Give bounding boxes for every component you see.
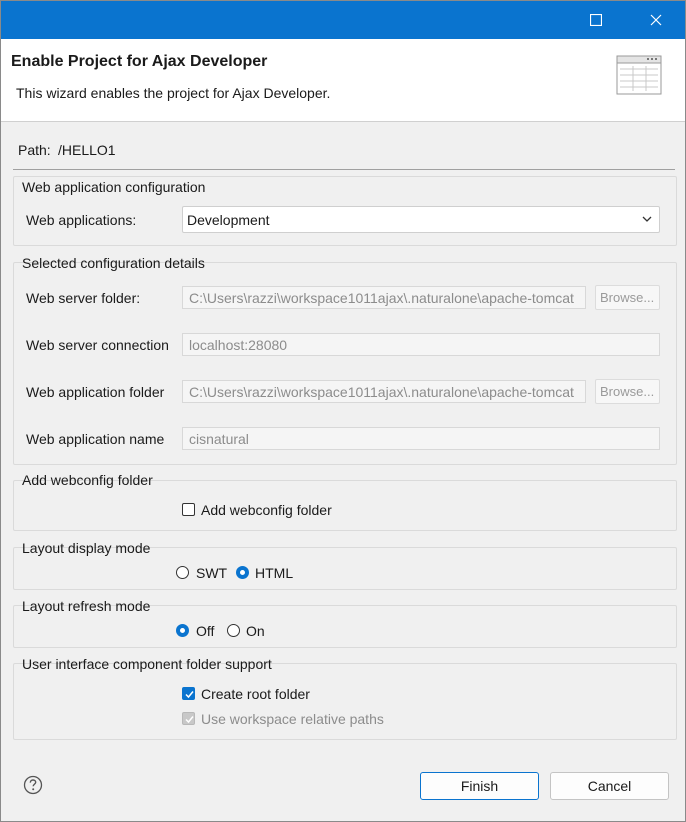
workspace-relative-checkbox <box>182 712 195 725</box>
help-icon[interactable] <box>23 775 43 795</box>
cancel-button[interactable]: Cancel <box>550 772 669 800</box>
server-folder-label: Web server folder: <box>26 290 141 306</box>
workspace-relative-label: Use workspace relative paths <box>201 711 384 727</box>
web-app-config-title: Web application configuration <box>22 179 206 195</box>
server-connection-label: Web server connection <box>26 337 169 353</box>
server-folder-browse-button[interactable]: Browse... <box>595 285 660 310</box>
app-name-label: Web application name <box>26 431 165 447</box>
wizard-header: Enable Project for Ajax Developer This w… <box>1 39 685 122</box>
browse-label: Browse... <box>600 384 655 399</box>
path-label: Path: <box>18 142 51 158</box>
path-value: /HELLO1 <box>58 142 116 158</box>
maximize-icon <box>590 14 602 26</box>
wizard-banner-icon <box>616 55 662 95</box>
layout-refresh-title: Layout refresh mode <box>22 598 151 614</box>
wizard-window: Enable Project for Ajax Developer This w… <box>0 0 686 822</box>
app-folder-label: Web application folder <box>26 384 165 400</box>
radio-on-label[interactable]: On <box>246 623 265 639</box>
close-icon <box>650 14 662 26</box>
radio-swt[interactable] <box>176 566 189 579</box>
webconfig-checkbox-label[interactable]: Add webconfig folder <box>201 502 332 518</box>
browse-label: Browse... <box>600 290 655 305</box>
app-folder-value: C:\Users\razzi\workspace1011ajax\.natura… <box>189 384 574 400</box>
server-connection-field: localhost:28080 <box>182 333 660 356</box>
layout-display-title: Layout display mode <box>22 540 151 556</box>
app-folder-field: C:\Users\razzi\workspace1011ajax\.natura… <box>182 380 586 403</box>
close-button[interactable] <box>633 1 679 39</box>
wizard-description: This wizard enables the project for Ajax… <box>16 85 331 101</box>
checkmark-icon <box>185 716 194 724</box>
radio-swt-label[interactable]: SWT <box>196 565 227 581</box>
finish-button[interactable]: Finish <box>420 772 539 800</box>
server-connection-value: localhost:28080 <box>189 337 288 353</box>
create-root-checkbox[interactable] <box>182 687 195 700</box>
radio-html-label[interactable]: HTML <box>255 565 293 581</box>
app-name-field: cisnatural <box>182 427 660 450</box>
server-folder-field: C:\Users\razzi\workspace1011ajax\.natura… <box>182 286 586 309</box>
server-folder-value: C:\Users\razzi\workspace1011ajax\.natura… <box>189 290 574 306</box>
app-name-value: cisnatural <box>189 431 249 447</box>
app-folder-browse-button[interactable]: Browse... <box>595 379 660 404</box>
checkmark-icon <box>185 691 194 699</box>
config-details-title: Selected configuration details <box>22 255 205 271</box>
ui-component-group <box>13 663 677 740</box>
radio-off[interactable] <box>176 624 189 637</box>
wizard-title: Enable Project for Ajax Developer <box>11 53 268 70</box>
radio-on[interactable] <box>227 624 240 637</box>
radio-html[interactable] <box>236 566 249 579</box>
web-applications-selected: Development <box>187 212 270 228</box>
maximize-button[interactable] <box>573 1 619 39</box>
radio-off-label[interactable]: Off <box>196 623 214 639</box>
create-root-label[interactable]: Create root folder <box>201 686 310 702</box>
webconfig-checkbox[interactable] <box>182 503 195 516</box>
ui-component-title: User interface component folder support <box>22 656 272 672</box>
web-applications-combo[interactable]: Development <box>182 206 660 233</box>
separator <box>13 169 675 170</box>
webconfig-title: Add webconfig folder <box>22 472 153 488</box>
chevron-down-icon <box>642 216 652 222</box>
web-applications-label: Web applications: <box>26 212 137 228</box>
title-bar <box>1 1 685 39</box>
